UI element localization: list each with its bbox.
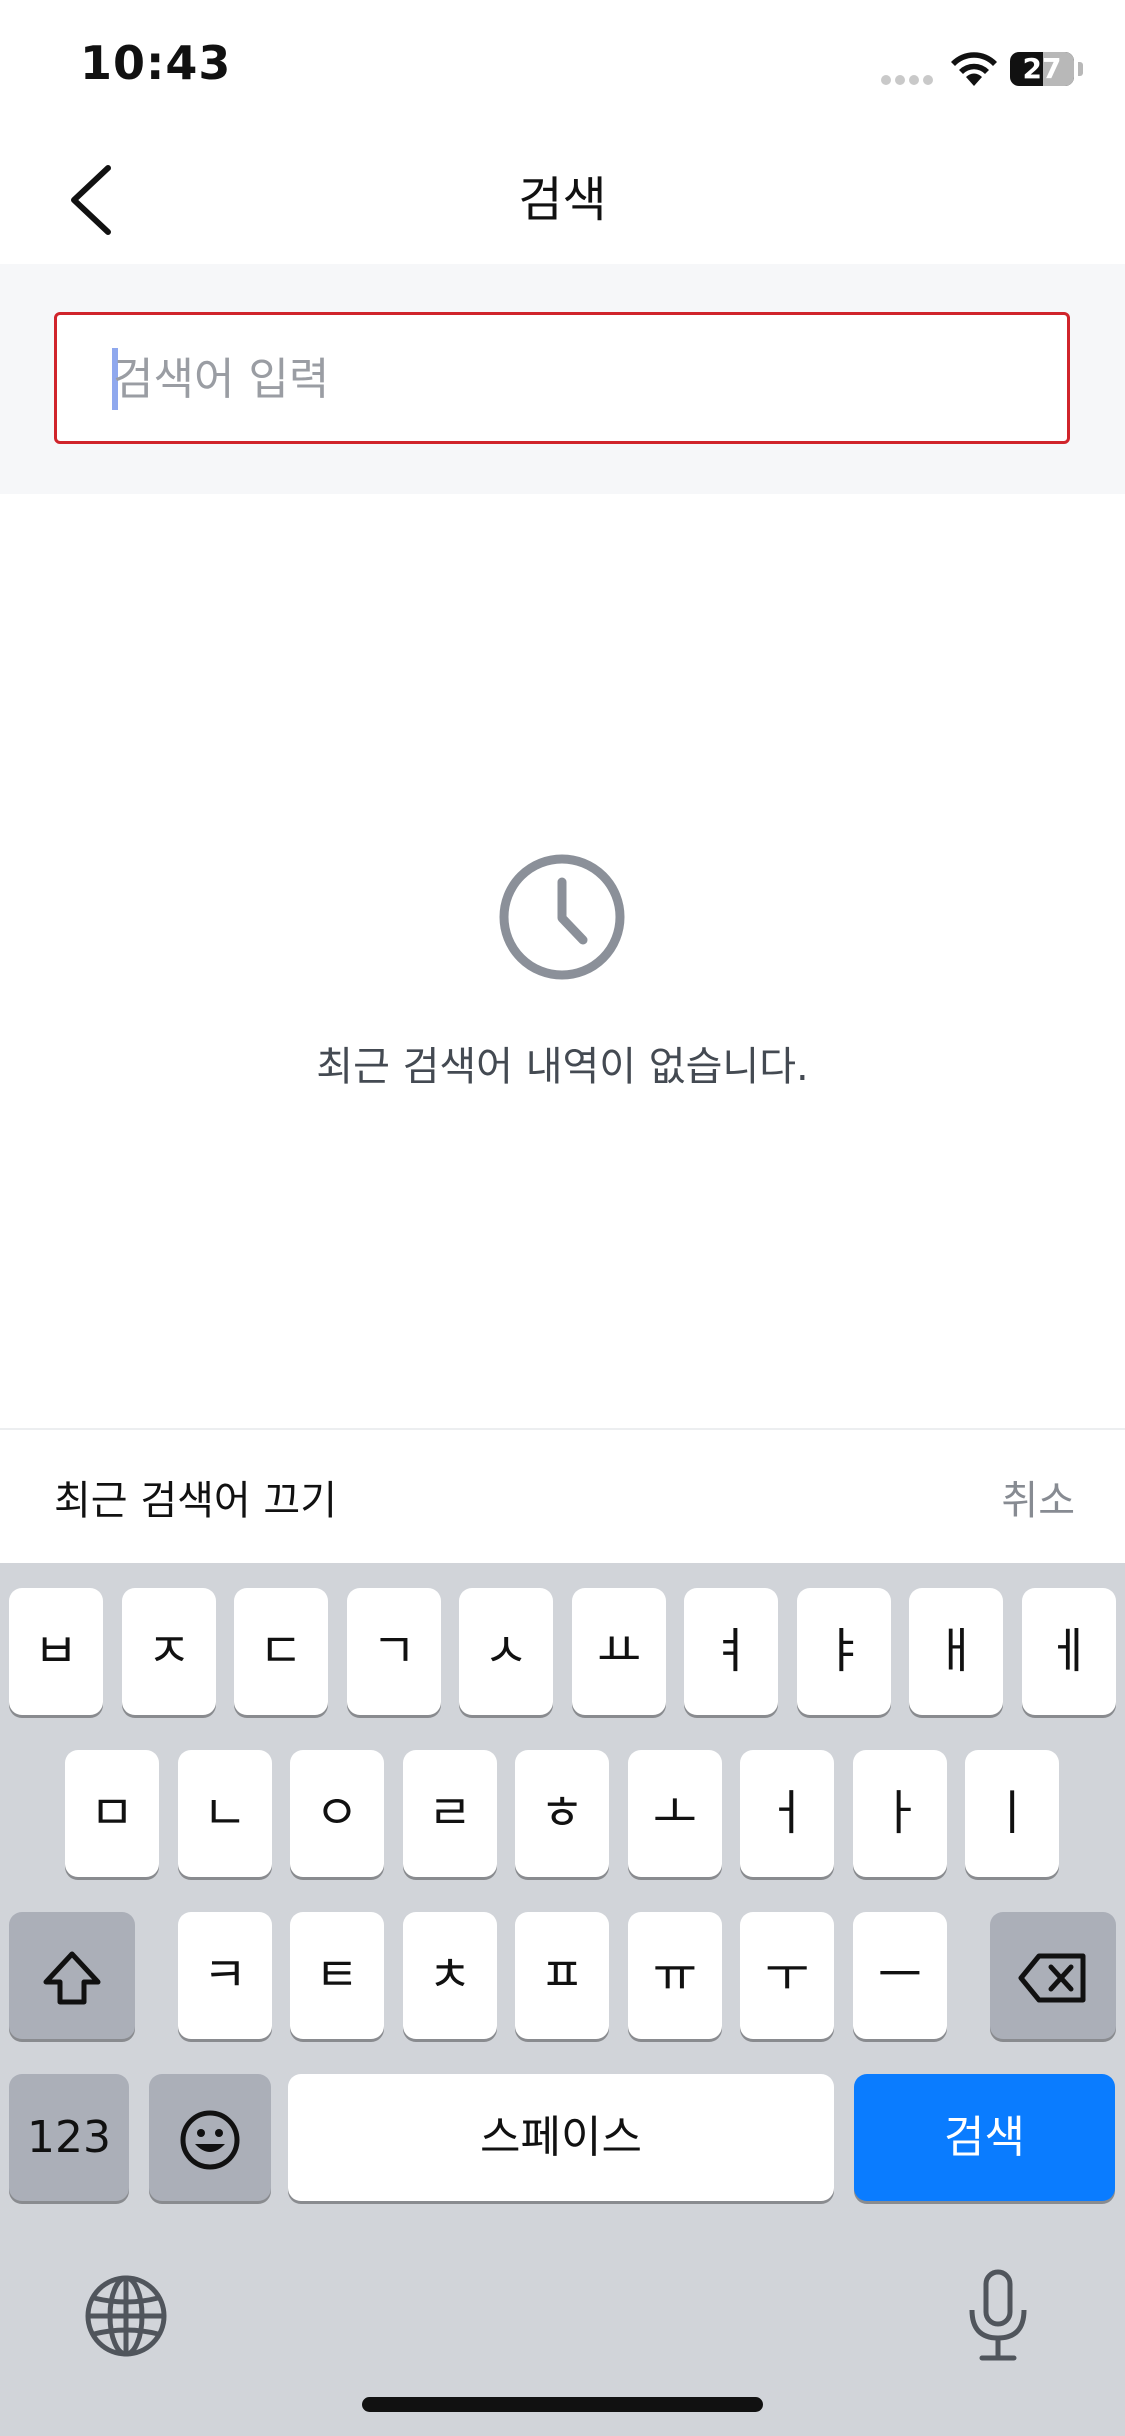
- emoji-key[interactable]: [149, 2074, 271, 2201]
- key[interactable]: ㅗ: [628, 1750, 722, 1877]
- battery-cap: [1078, 62, 1083, 76]
- key[interactable]: ㅁ: [65, 1750, 159, 1877]
- shift-key[interactable]: [9, 1912, 135, 2039]
- search-input[interactable]: [113, 337, 1033, 421]
- key[interactable]: ㅑ: [797, 1588, 891, 1715]
- key[interactable]: ㅊ: [403, 1912, 497, 2039]
- delete-key[interactable]: [990, 1912, 1116, 2039]
- key[interactable]: ㅎ: [515, 1750, 609, 1877]
- recent-search-actions: 최근 검색어 끄기 취소: [0, 1428, 1125, 1563]
- empty-message: 최근 검색어 내역이 없습니다.: [316, 1044, 809, 1090]
- emoji-icon: [180, 2110, 240, 2170]
- microphone-icon[interactable]: [962, 2268, 1034, 2364]
- cellular-signal-icon: [881, 75, 933, 85]
- key[interactable]: ㄹ: [403, 1750, 497, 1877]
- key[interactable]: ㅇ: [290, 1750, 384, 1877]
- space-key[interactable]: 스페이스: [288, 2074, 834, 2201]
- empty-state: 최근 검색어 내역이 없습니다.: [0, 494, 1125, 1428]
- key[interactable]: ㅔ: [1022, 1588, 1116, 1715]
- key[interactable]: ㅣ: [965, 1750, 1059, 1877]
- clock-icon: [499, 854, 625, 980]
- key[interactable]: ㅈ: [122, 1588, 216, 1715]
- key[interactable]: ㅋ: [178, 1912, 272, 2039]
- key[interactable]: ㅜ: [740, 1912, 834, 2039]
- home-indicator[interactable]: [362, 2397, 763, 2412]
- key[interactable]: ㅂ: [9, 1588, 103, 1715]
- page-title: 검색: [518, 172, 607, 228]
- shift-icon: [43, 1951, 101, 2005]
- keyboard: ㅂ ㅈ ㄷ ㄱ ㅅ ㅛ ㅕ ㅑ ㅐ ㅔ ㅁ ㄴ ㅇ ㄹ ㅎ ㅗ ㅓ ㅏ ㅣ ㅋ …: [0, 1563, 1125, 2436]
- search-section: [0, 264, 1125, 494]
- globe-icon[interactable]: [84, 2274, 168, 2358]
- key[interactable]: ㅏ: [853, 1750, 947, 1877]
- search-key[interactable]: 검색: [854, 2074, 1115, 2201]
- cancel-button[interactable]: 취소: [1001, 1468, 1075, 1526]
- search-screen: 10:43 27 검색 검색어 입력 최근 검색어 내역이 없습니다. 최근 검…: [0, 0, 1125, 2436]
- key[interactable]: ㅐ: [909, 1588, 1003, 1715]
- key[interactable]: ㅍ: [515, 1912, 609, 2039]
- key[interactable]: ㅡ: [853, 1912, 947, 2039]
- battery-percent: 27: [1022, 52, 1062, 85]
- search-box[interactable]: [54, 312, 1070, 444]
- key[interactable]: ㅌ: [290, 1912, 384, 2039]
- wifi-icon: [951, 52, 997, 86]
- key[interactable]: ㅅ: [459, 1588, 553, 1715]
- key[interactable]: ㅕ: [684, 1588, 778, 1715]
- key[interactable]: ㄱ: [347, 1588, 441, 1715]
- disable-recent-searches-button[interactable]: 최근 검색어 끄기: [54, 1468, 337, 1526]
- battery-indicator: 27: [1010, 52, 1074, 86]
- status-bar: 10:43 27: [0, 0, 1125, 132]
- numbers-key[interactable]: 123: [9, 2074, 129, 2201]
- backspace-icon: [1018, 1953, 1086, 2003]
- key[interactable]: ㄴ: [178, 1750, 272, 1877]
- key[interactable]: ㄷ: [234, 1588, 328, 1715]
- status-time: 10:43: [80, 36, 232, 90]
- nav-bar: 검색: [0, 132, 1125, 264]
- key[interactable]: ㅠ: [628, 1912, 722, 2039]
- key[interactable]: ㅛ: [572, 1588, 666, 1715]
- key[interactable]: ㅓ: [740, 1750, 834, 1877]
